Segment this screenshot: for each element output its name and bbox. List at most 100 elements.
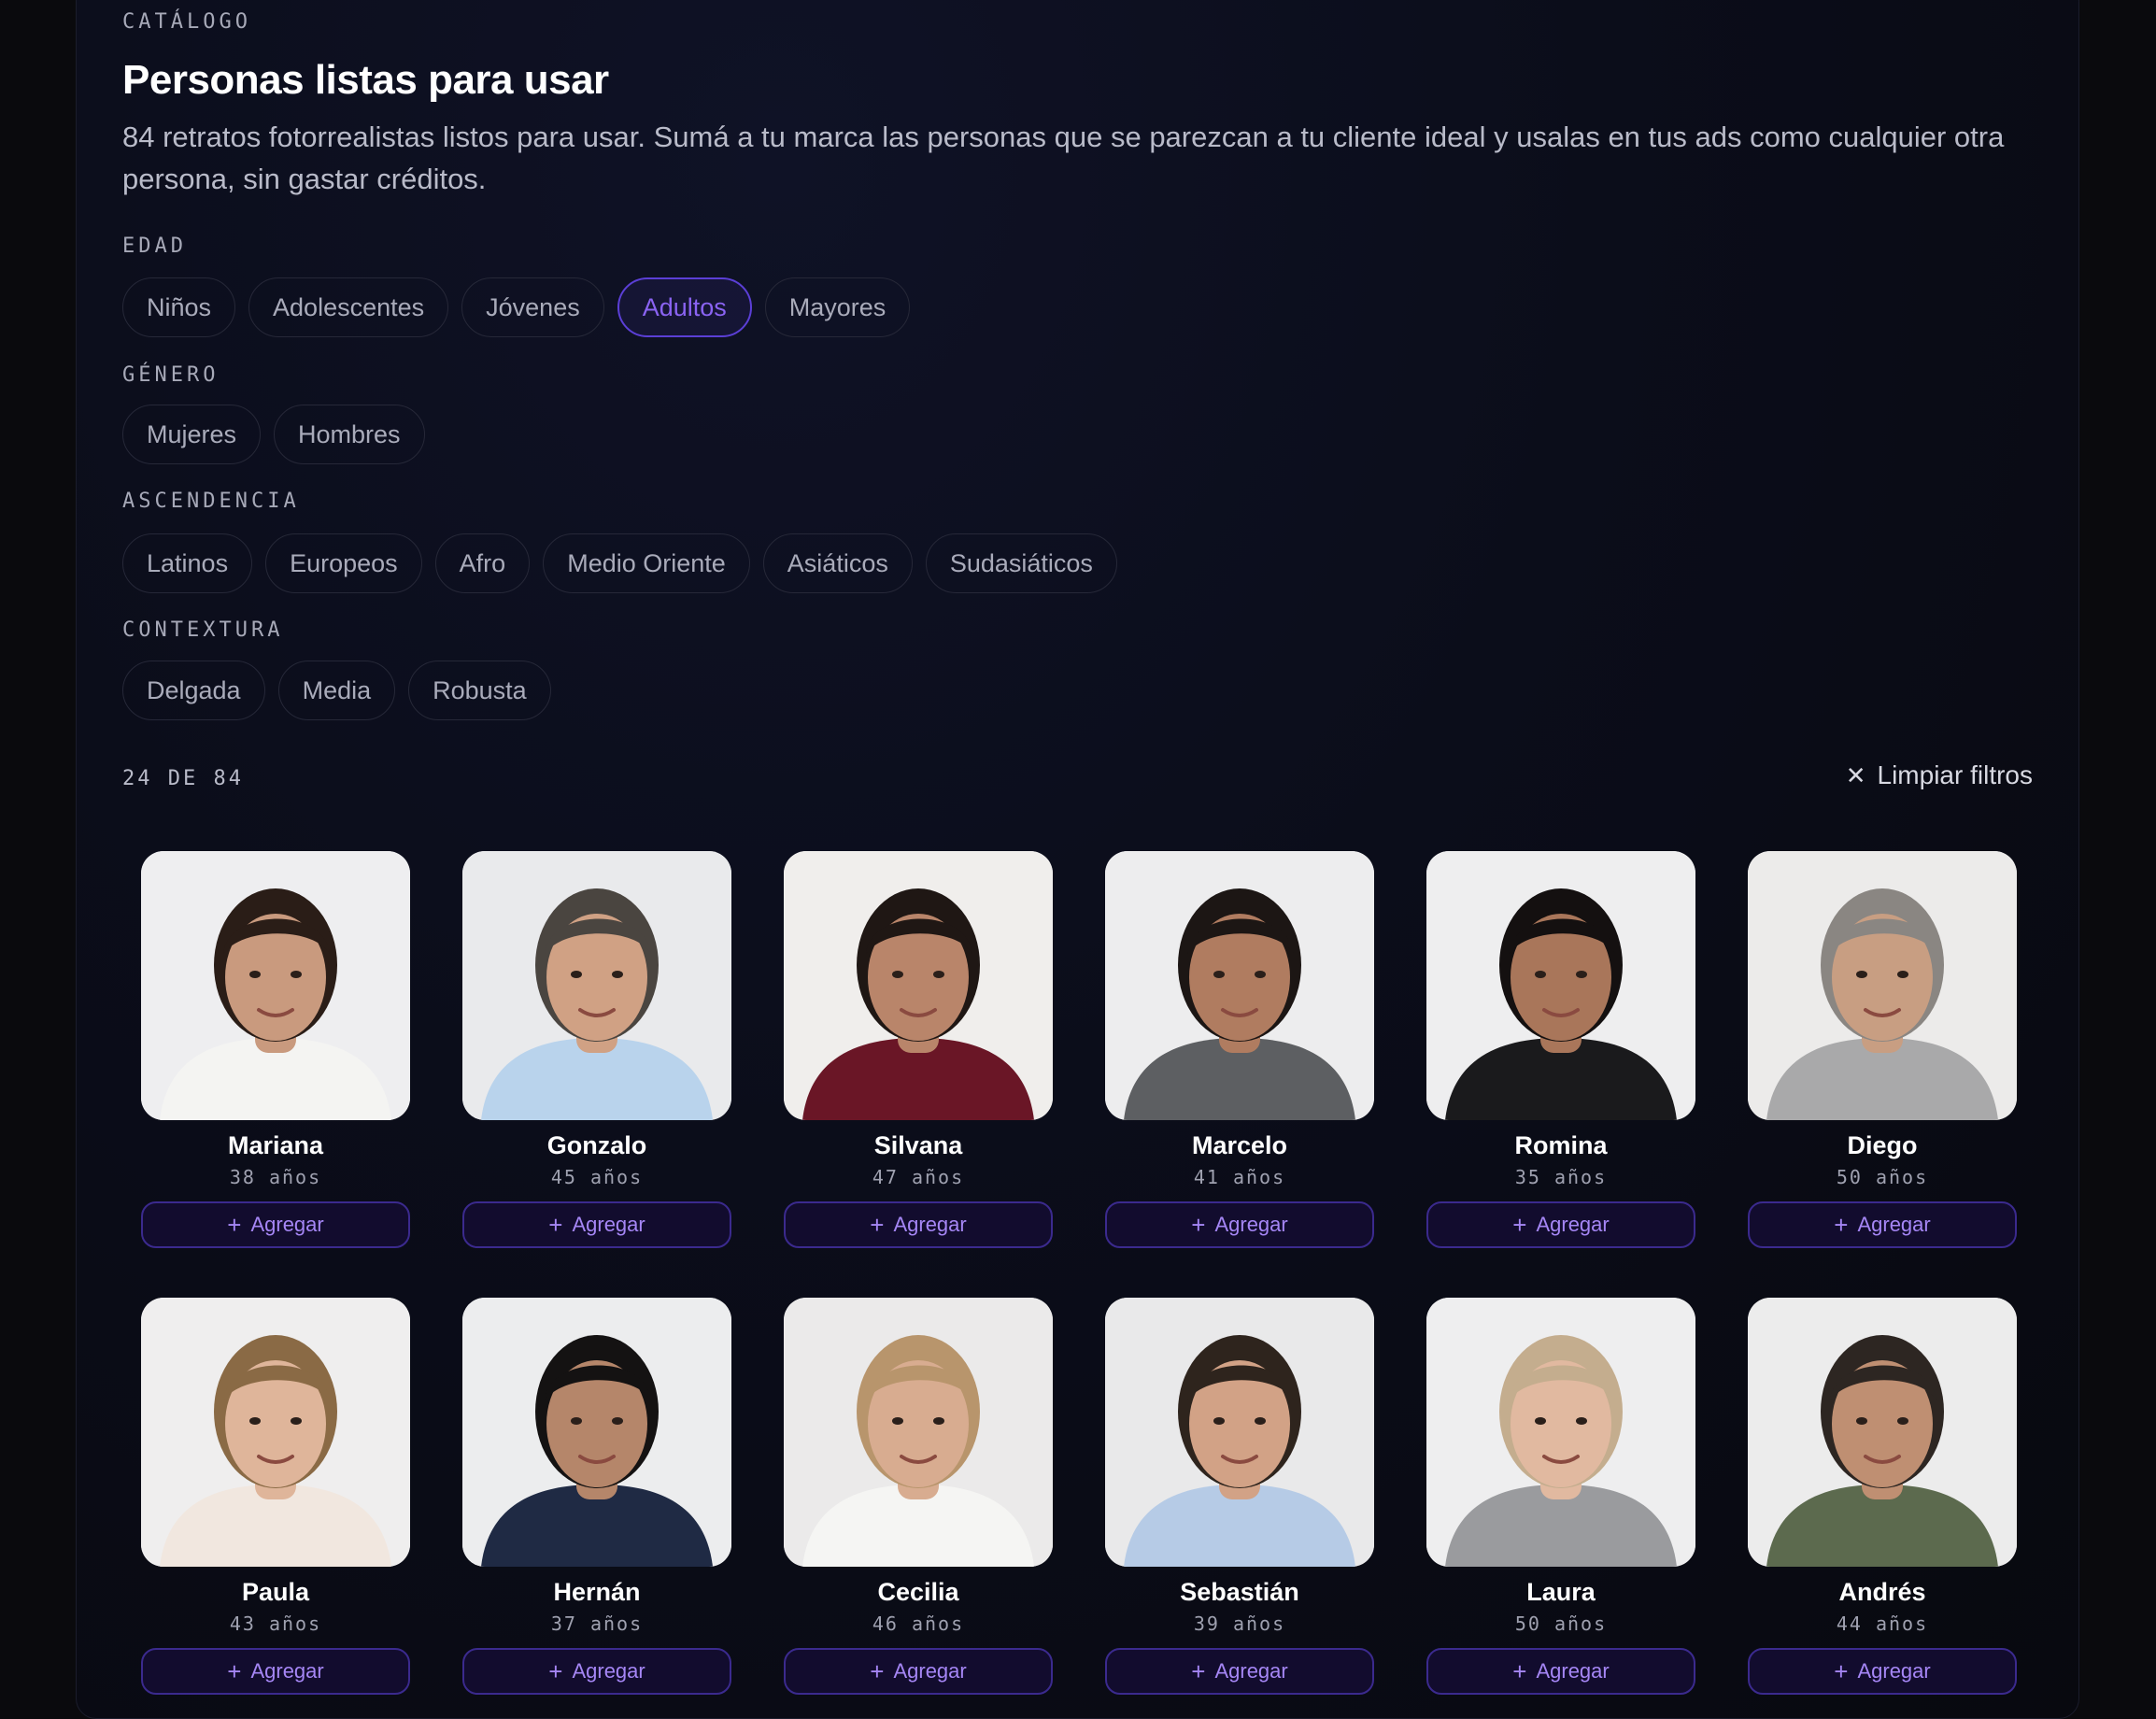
persona-photo — [462, 851, 731, 1120]
add-persona-button[interactable]: + Agregar — [141, 1648, 410, 1695]
persona-portrait — [141, 1298, 410, 1567]
chip-ninos[interactable]: Niños — [122, 277, 236, 337]
add-persona-label: Agregar — [1857, 1213, 1931, 1236]
add-persona-button[interactable]: + Agregar — [141, 1201, 410, 1248]
persona-portrait — [1105, 1298, 1374, 1567]
add-persona-label: Agregar — [250, 1659, 324, 1683]
persona-portrait — [1748, 851, 2017, 1120]
persona-name: Sebastián — [1180, 1578, 1299, 1606]
persona-card: Silvana 47 años + Agregar — [784, 851, 1053, 1248]
add-persona-label: Agregar — [893, 1213, 967, 1236]
filter-label-contextura: CONTEXTURA — [122, 618, 284, 642]
persona-portrait — [1426, 851, 1695, 1120]
plus-icon: + — [1191, 1211, 1206, 1239]
persona-card: Laura 50 años + Agregar — [1426, 1298, 1695, 1695]
persona-card: Andrés 44 años + Agregar — [1748, 1298, 2017, 1695]
persona-name: Marcelo — [1191, 1131, 1288, 1159]
persona-card: Sebastián 39 años + Agregar — [1105, 1298, 1374, 1695]
chip-adolescentes[interactable]: Adolescentes — [248, 277, 449, 337]
chip-latinos[interactable]: Latinos — [122, 533, 253, 593]
filter-group-ascendencia: Latinos Europeos Afro Medio Oriente Asiá… — [122, 533, 1117, 593]
persona-portrait — [462, 851, 731, 1120]
clear-filters-label: Limpiar filtros — [1877, 760, 2033, 789]
chip-delgada[interactable]: Delgada — [122, 661, 265, 720]
persona-age: 43 años — [229, 1612, 322, 1635]
persona-name: Andrés — [1838, 1578, 1926, 1606]
persona-card: Hernán 37 años + Agregar — [462, 1298, 731, 1695]
chip-asiaticos[interactable]: Asiáticos — [762, 533, 913, 593]
add-persona-button[interactable]: + Agregar — [1426, 1201, 1695, 1248]
chip-mujeres[interactable]: Mujeres — [122, 405, 262, 464]
persona-photo — [462, 1298, 731, 1567]
persona-age: 47 años — [872, 1166, 965, 1188]
persona-portrait — [1426, 1298, 1695, 1567]
add-persona-label: Agregar — [572, 1659, 645, 1683]
chip-adultos[interactable]: Adultos — [617, 277, 752, 337]
chip-robusta[interactable]: Robusta — [408, 661, 551, 720]
persona-name: Silvana — [873, 1131, 963, 1159]
persona-card: Cecilia 46 años + Agregar — [784, 1298, 1053, 1695]
add-persona-label: Agregar — [1536, 1213, 1610, 1236]
persona-photo — [141, 851, 410, 1120]
persona-photo — [1748, 1298, 2017, 1567]
persona-age: 50 años — [1514, 1612, 1608, 1635]
add-persona-label: Agregar — [1536, 1659, 1610, 1683]
chip-medio-oriente[interactable]: Medio Oriente — [543, 533, 750, 593]
persona-portrait — [1105, 851, 1374, 1120]
persona-photo — [1426, 851, 1695, 1120]
persona-age: 50 años — [1836, 1166, 1929, 1188]
add-persona-label: Agregar — [893, 1659, 967, 1683]
chip-jovenes[interactable]: Jóvenes — [461, 277, 604, 337]
add-persona-button[interactable]: + Agregar — [1105, 1648, 1374, 1695]
page-description: 84 retratos fotorrealistas listos para u… — [122, 121, 2005, 195]
persona-portrait — [462, 1298, 731, 1567]
add-persona-button[interactable]: + Agregar — [1426, 1648, 1695, 1695]
persona-name: Romina — [1514, 1131, 1608, 1159]
persona-photo — [1748, 851, 2017, 1120]
persona-photo — [1105, 851, 1374, 1120]
persona-name: Cecilia — [877, 1578, 959, 1606]
plus-icon: + — [548, 1657, 563, 1685]
persona-card: Romina 35 años + Agregar — [1426, 851, 1695, 1248]
persona-age: 41 años — [1193, 1166, 1286, 1188]
add-persona-button[interactable]: + Agregar — [784, 1648, 1053, 1695]
add-persona-button[interactable]: + Agregar — [784, 1201, 1053, 1248]
persona-photo — [1426, 1298, 1695, 1567]
persona-portrait — [784, 1298, 1053, 1567]
chip-hombres[interactable]: Hombres — [274, 405, 425, 464]
add-persona-button[interactable]: + Agregar — [1748, 1201, 2017, 1248]
add-persona-label: Agregar — [1214, 1213, 1288, 1236]
plus-icon: + — [227, 1657, 242, 1685]
plus-icon: + — [870, 1211, 885, 1239]
filter-group-contextura: Delgada Media Robusta — [122, 661, 551, 720]
chip-sudasiaticos[interactable]: Sudasiáticos — [925, 533, 1117, 593]
chip-europeos[interactable]: Europeos — [265, 533, 422, 593]
persona-age: 45 años — [550, 1166, 644, 1188]
persona-age: 35 años — [1514, 1166, 1608, 1188]
add-persona-button[interactable]: + Agregar — [462, 1201, 731, 1248]
add-persona-label: Agregar — [250, 1213, 324, 1236]
add-persona-button[interactable]: + Agregar — [1105, 1201, 1374, 1248]
persona-name: Diego — [1847, 1131, 1918, 1159]
clear-filters-button[interactable]: ✕ Limpiar filtros — [1846, 760, 2033, 790]
page-title: Personas listas para usar — [122, 57, 609, 103]
persona-photo — [784, 1298, 1053, 1567]
add-persona-button[interactable]: + Agregar — [1748, 1648, 2017, 1695]
close-icon: ✕ — [1845, 760, 1866, 789]
add-persona-button[interactable]: + Agregar — [462, 1648, 731, 1695]
chip-media[interactable]: Media — [277, 661, 396, 720]
catalog-panel: CATÁLOGO Personas listas para usar 84 re… — [76, 0, 2079, 1719]
chip-afro[interactable]: Afro — [434, 533, 531, 593]
plus-icon: + — [1834, 1211, 1849, 1239]
plus-icon: + — [548, 1211, 563, 1239]
persona-photo — [1105, 1298, 1374, 1567]
plus-icon: + — [1191, 1657, 1206, 1685]
persona-card: Paula 43 años + Agregar — [141, 1298, 410, 1695]
persona-name: Paula — [241, 1578, 310, 1606]
catalog-eyebrow: CATÁLOGO — [122, 10, 251, 34]
add-persona-label: Agregar — [1857, 1659, 1931, 1683]
filter-label-ascendencia: ASCENDENCIA — [122, 490, 300, 513]
persona-name: Mariana — [227, 1131, 324, 1159]
chip-mayores[interactable]: Mayores — [764, 277, 911, 337]
persona-age: 38 años — [229, 1166, 322, 1188]
